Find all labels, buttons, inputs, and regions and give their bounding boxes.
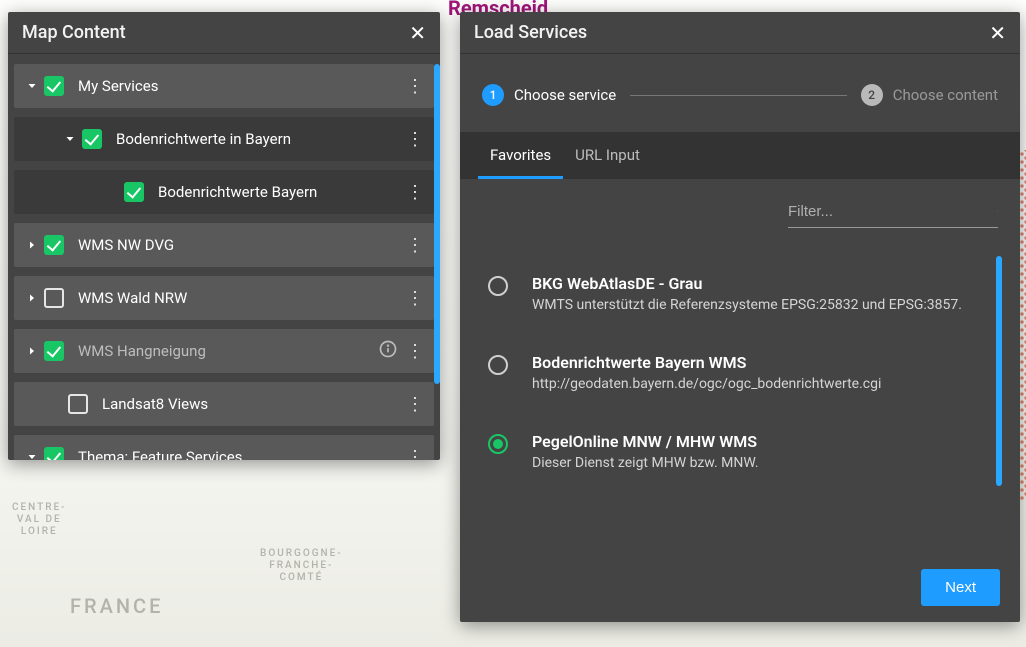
chevron-down-icon[interactable] xyxy=(20,451,44,460)
chevron-down-icon[interactable] xyxy=(20,80,44,92)
next-button[interactable]: Next xyxy=(921,569,1000,606)
service-text: Bodenrichtwerte Bayern WMS http://geodate… xyxy=(532,353,881,392)
load-services-panel: Load Services ✕ 1 Choose service 2 Choos… xyxy=(460,12,1020,622)
map-content-header: Map Content ✕ xyxy=(8,12,440,54)
close-icon[interactable]: ✕ xyxy=(409,23,426,43)
step-number-2: 2 xyxy=(861,84,883,106)
layer-checkbox[interactable] xyxy=(44,76,64,96)
layer-label: WMS Wald NRW xyxy=(78,289,406,307)
service-text: PegelOnline MNW / MHW WMS Dieser Dienst z… xyxy=(532,432,759,471)
layer-row[interactable]: Bodenrichtwerte in Bayern⋮ xyxy=(14,117,434,161)
tab-url-input[interactable]: URL Input xyxy=(563,132,652,179)
service-list: BKG WebAtlasDE - Grau WMTS unterstützt di… xyxy=(474,242,1006,563)
step-label-1: Choose service xyxy=(514,86,616,104)
more-options-icon[interactable]: ⋮ xyxy=(406,76,424,97)
layer-row[interactable]: WMS Hangneigung ⋮ xyxy=(14,329,434,373)
layer-row[interactable]: WMS NW DVG⋮ xyxy=(14,223,434,267)
layer-label: My Services xyxy=(78,77,406,95)
layer-row[interactable]: My Services⋮ xyxy=(14,64,434,108)
layer-label: Thema: Feature Services xyxy=(78,448,406,460)
layer-row[interactable]: Thema: Feature Services⋮ xyxy=(14,435,434,460)
map-content-panel: Map Content ✕ My Services⋮Bodenrichtwert… xyxy=(8,12,440,460)
service-radio[interactable] xyxy=(488,355,508,375)
country-label-france: FRANCE xyxy=(70,594,163,618)
scrollbar-thumb[interactable] xyxy=(434,64,440,384)
layer-checkbox[interactable] xyxy=(44,235,64,255)
more-options-icon[interactable]: ⋮ xyxy=(406,235,424,256)
service-radio[interactable] xyxy=(488,276,508,296)
layer-checkbox[interactable] xyxy=(44,288,64,308)
map-content-body: My Services⋮Bodenrichtwerte in Bayern⋮Bo… xyxy=(8,54,440,460)
layer-label: Bodenrichtwerte Bayern xyxy=(158,183,406,201)
layer-row[interactable]: Landsat8 Views⋮ xyxy=(14,382,434,426)
filter-wrap xyxy=(788,199,998,228)
more-options-icon[interactable]: ⋮ xyxy=(406,394,424,415)
load-services-body: 1 Choose service 2 Choose content Favori… xyxy=(460,54,1020,622)
service-title: PegelOnline MNW / MHW WMS xyxy=(532,432,759,451)
layer-label: WMS NW DVG xyxy=(78,236,406,254)
step-number-1: 1 xyxy=(482,84,504,106)
service-subtitle: Dieser Dienst zeigt MHW bzw. MNW. xyxy=(532,455,759,471)
chevron-right-icon[interactable] xyxy=(20,292,44,304)
step-connector xyxy=(630,95,847,96)
service-subtitle: WMTS unterstützt die Referenzsysteme EPS… xyxy=(532,297,962,313)
step-choose-service[interactable]: 1 Choose service xyxy=(482,84,616,106)
filter-row xyxy=(482,199,998,228)
more-options-icon[interactable]: ⋮ xyxy=(406,447,424,461)
search-icon[interactable] xyxy=(997,201,998,221)
step-choose-content[interactable]: 2 Choose content xyxy=(861,84,998,106)
service-radio[interactable] xyxy=(488,434,508,454)
region-label-centre: CENTRE- VAL DE LOIRE xyxy=(12,502,67,538)
service-text: BKG WebAtlasDE - Grau WMTS unterstützt di… xyxy=(532,274,962,313)
layer-row[interactable]: Bodenrichtwerte Bayern⋮ xyxy=(14,170,434,214)
step-label-2: Choose content xyxy=(893,86,998,104)
dialog-footer: Next xyxy=(478,563,1002,608)
load-services-header: Load Services ✕ xyxy=(460,12,1020,54)
service-title: BKG WebAtlasDE - Grau xyxy=(532,274,962,293)
scrollbar-thumb[interactable] xyxy=(996,256,1002,486)
tab-favorites[interactable]: Favorites xyxy=(478,132,563,179)
layer-label: WMS Hangneigung xyxy=(78,342,378,360)
map-content-title: Map Content xyxy=(22,22,126,43)
more-options-icon[interactable]: ⋮ xyxy=(406,288,424,309)
stepper: 1 Choose service 2 Choose content xyxy=(482,84,998,106)
filter-input[interactable] xyxy=(788,203,987,220)
chevron-right-icon[interactable] xyxy=(20,345,44,357)
layer-checkbox[interactable] xyxy=(68,394,88,414)
layer-checkbox[interactable] xyxy=(44,447,64,460)
layer-checkbox[interactable] xyxy=(124,182,144,202)
service-subtitle: http://geodaten.bayern.de/ogc/ogc_bodenr… xyxy=(532,376,881,392)
more-options-icon[interactable]: ⋮ xyxy=(406,182,424,203)
load-services-title: Load Services xyxy=(474,22,587,43)
layer-label: Bodenrichtwerte in Bayern xyxy=(116,130,406,148)
region-label-bourgogne: BOURGOGNE- FRANCHE- COMTÉ xyxy=(260,548,343,584)
more-options-icon[interactable]: ⋮ xyxy=(406,129,424,150)
layer-row[interactable]: WMS Wald NRW⋮ xyxy=(14,276,434,320)
service-title: Bodenrichtwerte Bayern WMS xyxy=(532,353,881,372)
service-item[interactable]: PegelOnline MNW / MHW WMS Dieser Dienst z… xyxy=(480,412,994,491)
layer-checkbox[interactable] xyxy=(44,341,64,361)
layer-label: Landsat8 Views xyxy=(102,395,406,413)
more-options-icon[interactable]: ⋮ xyxy=(406,341,424,362)
tabs-bar: Favorites URL Input xyxy=(460,132,1020,179)
chevron-down-icon[interactable] xyxy=(58,133,82,145)
info-icon[interactable] xyxy=(378,339,400,363)
layer-checkbox[interactable] xyxy=(82,129,102,149)
close-icon[interactable]: ✕ xyxy=(989,23,1006,43)
scrollbar-track[interactable] xyxy=(434,64,440,454)
service-item[interactable]: BKG WebAtlasDE - Grau WMTS unterstützt di… xyxy=(480,254,994,333)
service-item[interactable]: Bodenrichtwerte Bayern WMS http://geodate… xyxy=(480,333,994,412)
chevron-right-icon[interactable] xyxy=(20,239,44,251)
